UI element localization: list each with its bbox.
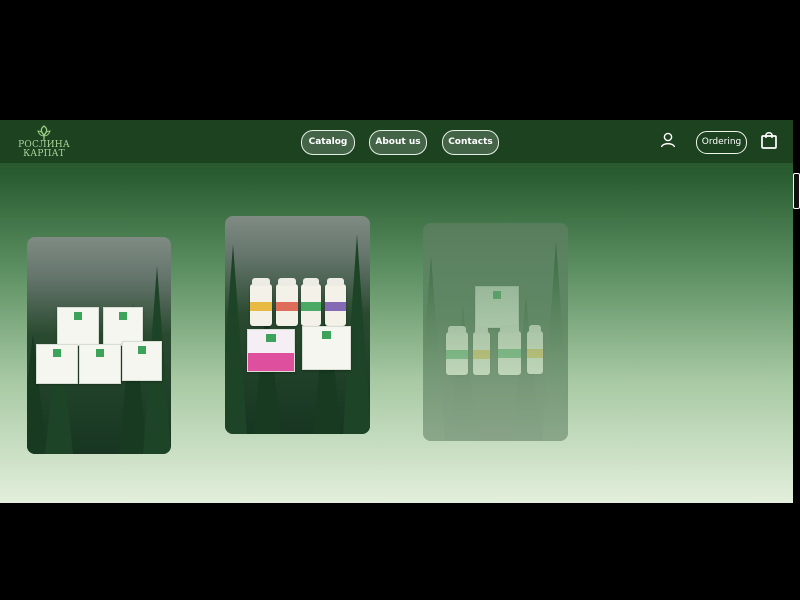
nav-contacts-button[interactable]: Contacts [442, 130, 499, 155]
leaf-logo-icon [37, 125, 51, 140]
herbal-sachet-boxes-card[interactable] [27, 237, 171, 454]
user-icon[interactable] [660, 132, 676, 148]
supplement-jar [325, 278, 346, 326]
extract-bottle [473, 326, 490, 375]
extract-bottle [446, 326, 468, 375]
supplement-jar [250, 278, 272, 326]
supplement-jar [276, 278, 298, 326]
product-box [475, 286, 519, 328]
screen: РОСЛИНА КАРПАТ Catalog About us Contacts… [0, 0, 800, 600]
brand-logo[interactable]: РОСЛИНА КАРПАТ [18, 125, 70, 159]
web-page: РОСЛИНА КАРПАТ Catalog About us Contacts… [0, 120, 793, 503]
product-box [122, 341, 162, 381]
nav-catalog-button[interactable]: Catalog [301, 130, 355, 155]
supplement-jar [301, 278, 321, 326]
brand-line-2: КАРПАТ [23, 149, 65, 159]
product-box [302, 326, 351, 370]
scrollbar-thumb[interactable] [793, 173, 800, 209]
extract-bottle [527, 325, 543, 374]
tree-shape [225, 244, 247, 434]
tree-shape [423, 256, 445, 441]
extract-bottle [498, 325, 521, 375]
ordering-button[interactable]: Ordering [696, 131, 747, 154]
product-box [57, 307, 99, 346]
product-box [36, 344, 78, 384]
extract-bottles-card[interactable] [423, 223, 568, 441]
shopping-bag-icon[interactable] [761, 131, 777, 149]
tree-shape [542, 241, 568, 441]
supplement-jars-card[interactable] [225, 216, 370, 434]
nav-about-button[interactable]: About us [369, 130, 427, 155]
header-bar: РОСЛИНА КАРПАТ Catalog About us Contacts… [0, 120, 793, 163]
product-box [79, 344, 121, 384]
product-box [247, 329, 295, 372]
